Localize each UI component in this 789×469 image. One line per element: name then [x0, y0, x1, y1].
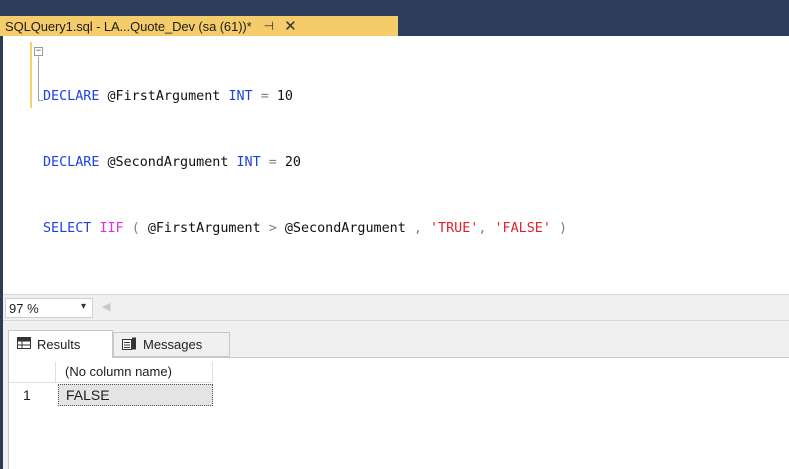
- document-tab-strip: SQLQuery1.sql - LA...Quote_Dev (sa (61))…: [0, 0, 789, 36]
- results-grid[interactable]: (No column name) 1 FALSE: [8, 357, 789, 469]
- code-line-3: SELECT IIF ( @FirstArgument > @SecondArg…: [43, 218, 567, 240]
- pin-icon[interactable]: ⊣: [264, 19, 274, 33]
- paren: ): [559, 221, 568, 236]
- close-icon[interactable]: ✕: [284, 19, 297, 34]
- messages-icon: [122, 337, 137, 353]
- collapse-icon[interactable]: −: [34, 47, 43, 56]
- code-line-1: DECLARE @FirstArgument INT = 10: [43, 86, 567, 108]
- results-pane: Results Messages (No column name) 1 FALS…: [3, 321, 789, 469]
- comma: ,: [478, 221, 487, 236]
- tab-messages-label: Messages: [143, 337, 203, 352]
- variable: @SecondArgument: [107, 155, 229, 170]
- zoom-value: 97 %: [9, 301, 39, 316]
- column-header[interactable]: (No column name): [56, 362, 213, 383]
- query-editor[interactable]: − DECLARE @FirstArgument INT = 10 DECLAR…: [3, 36, 789, 294]
- keyword: INT: [236, 155, 261, 170]
- chevron-down-icon: ▾: [80, 301, 86, 312]
- operator: =: [260, 89, 269, 104]
- code-line-2: DECLARE @SecondArgument INT = 20: [43, 152, 567, 174]
- grid-corner-header[interactable]: [9, 362, 56, 383]
- document-tab-title: SQLQuery1.sql - LA...Quote_Dev (sa (61))…: [5, 18, 252, 34]
- variable: @FirstArgument: [147, 221, 261, 236]
- function-name: IIF: [99, 221, 124, 236]
- comma: ,: [413, 221, 422, 236]
- number-literal: 10: [276, 89, 293, 104]
- keyword: SELECT: [43, 221, 92, 236]
- ssms-window: SQLQuery1.sql - LA...Quote_Dev (sa (61))…: [0, 0, 789, 469]
- keyword: INT: [228, 89, 253, 104]
- tab-results[interactable]: Results: [8, 330, 113, 358]
- keyword: DECLARE: [43, 155, 100, 170]
- variable: @SecondArgument: [284, 221, 406, 236]
- string-literal: 'TRUE': [430, 221, 479, 236]
- scroll-left-icon[interactable]: ◀: [102, 300, 110, 313]
- variable: @FirstArgument: [107, 89, 221, 104]
- document-tab-sqlquery1[interactable]: SQLQuery1.sql - LA...Quote_Dev (sa (61))…: [0, 16, 398, 36]
- keyword: DECLARE: [43, 89, 100, 104]
- zoom-bar: 97 % ▾ ◀: [3, 294, 789, 321]
- row-number[interactable]: 1: [9, 383, 56, 407]
- paren: (: [131, 221, 140, 236]
- number-literal: 20: [284, 155, 301, 170]
- change-tracking-bar: [30, 42, 32, 108]
- string-literal: 'FALSE': [494, 221, 551, 236]
- grid-icon: [17, 337, 31, 352]
- code-area[interactable]: DECLARE @FirstArgument INT = 10 DECLARE …: [43, 42, 567, 284]
- tab-messages[interactable]: Messages: [113, 332, 230, 357]
- operator: =: [268, 155, 277, 170]
- zoom-dropdown[interactable]: 97 % ▾: [5, 298, 93, 318]
- operator: >: [268, 221, 277, 236]
- tab-results-label: Results: [37, 337, 81, 352]
- editor-gutter: [3, 36, 31, 294]
- fold-guide-line: [38, 57, 39, 101]
- grid-cell[interactable]: FALSE: [58, 384, 213, 406]
